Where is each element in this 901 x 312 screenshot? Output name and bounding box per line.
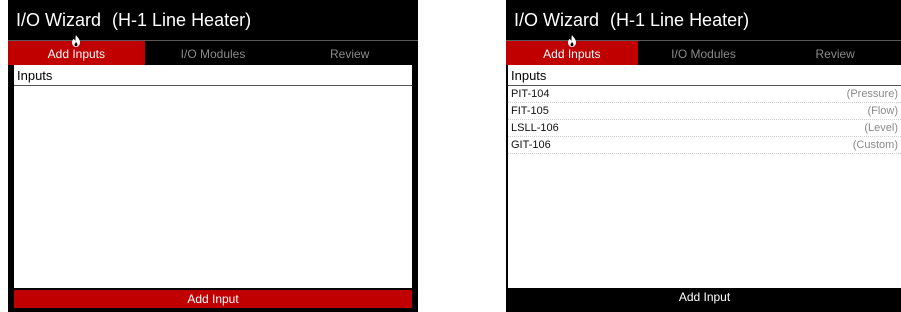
tab-review[interactable]: Review	[769, 41, 901, 65]
io-wizard-screen-filled: I/O Wizard (H-1 Line Heater) Add Inputs …	[506, 0, 901, 312]
inputs-list: PIT-104 (Pressure) FIT-105 (Flow) LSLL-1…	[508, 86, 901, 154]
inputs-header: Inputs	[508, 65, 901, 86]
inputs-panel: Inputs	[14, 65, 412, 288]
inputs-panel: Inputs PIT-104 (Pressure) FIT-105 (Flow)…	[508, 65, 901, 288]
input-name: PIT-104	[511, 88, 550, 100]
window-title: I/O Wizard (H-1 Line Heater)	[8, 0, 418, 40]
add-input-button[interactable]: Add Input	[14, 290, 412, 308]
inputs-header: Inputs	[14, 65, 412, 86]
tab-label: Review	[330, 47, 370, 61]
input-row[interactable]: LSLL-106 (Level)	[508, 120, 901, 137]
tab-label: Add Inputs	[543, 47, 601, 61]
tab-io-modules[interactable]: I/O Modules	[638, 41, 770, 65]
app-subtitle: (H-1 Line Heater)	[112, 10, 252, 30]
input-name: FIT-105	[511, 105, 549, 117]
tab-add-inputs[interactable]: Add Inputs	[506, 35, 638, 65]
tab-io-modules[interactable]: I/O Modules	[145, 41, 282, 65]
tab-label: I/O Modules	[671, 47, 736, 61]
wizard-tabs: Add Inputs I/O Modules Review	[8, 35, 418, 65]
app-title: I/O Wizard	[514, 10, 600, 30]
input-type: (Pressure)	[846, 88, 898, 100]
input-type: (Custom)	[852, 139, 898, 151]
tab-add-inputs[interactable]: Add Inputs	[8, 35, 145, 65]
io-wizard-screen-empty: I/O Wizard (H-1 Line Heater) Add Inputs …	[8, 0, 418, 312]
add-input-button[interactable]: Add Input	[508, 288, 901, 306]
app-subtitle: (H-1 Line Heater)	[610, 10, 750, 30]
window-title: I/O Wizard (H-1 Line Heater)	[506, 0, 901, 40]
tab-label: Add Inputs	[47, 47, 106, 61]
tab-review[interactable]: Review	[281, 41, 418, 65]
input-name: GIT-106	[511, 139, 551, 151]
flame-icon	[567, 35, 576, 47]
input-row[interactable]: FIT-105 (Flow)	[508, 103, 901, 120]
tab-label: Review	[815, 47, 855, 61]
input-type: (Level)	[864, 122, 898, 134]
app-title: I/O Wizard	[16, 10, 102, 30]
input-type: (Flow)	[867, 105, 898, 117]
input-row[interactable]: PIT-104 (Pressure)	[508, 86, 901, 103]
input-row[interactable]: GIT-106 (Custom)	[508, 137, 901, 154]
input-name: LSLL-106	[511, 122, 559, 134]
wizard-tabs: Add Inputs I/O Modules Review	[506, 35, 901, 65]
tab-label: I/O Modules	[180, 47, 246, 61]
flame-icon	[72, 35, 81, 47]
